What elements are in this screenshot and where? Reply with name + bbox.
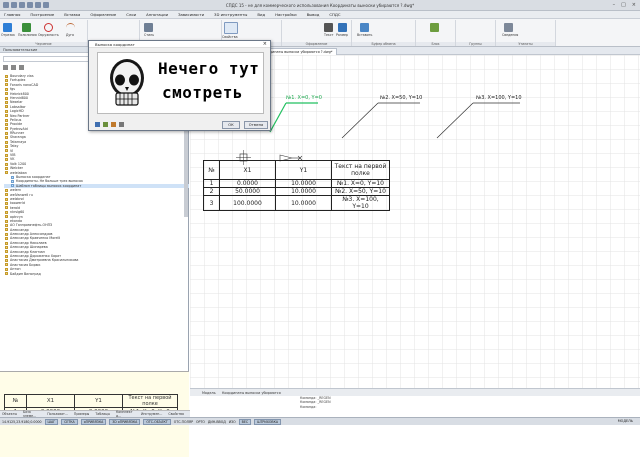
table-header-cell: Текст на первой полке xyxy=(331,160,390,180)
leader-label-2[interactable]: №2. X=50, Y=10 xyxy=(380,95,422,101)
status-toggle[interactable]: ОТС-ПОЛЯР xyxy=(174,420,193,424)
coordinate-table[interactable]: № X1 Y1 Текст на первой полке 1 0.0000 1… xyxy=(203,160,390,211)
skull-image xyxy=(110,59,144,106)
dialog-close-icon[interactable]: × xyxy=(263,41,267,47)
table-header-cell: X1 xyxy=(219,160,276,180)
space-mode[interactable]: МОДЕЛЬ xyxy=(618,419,633,423)
dialog-preview: Нечего тут смотреть xyxy=(97,52,264,114)
table-cell: 50.0000 xyxy=(219,187,276,196)
table-cell: 10.0000 xyxy=(275,179,332,188)
settings-icon[interactable] xyxy=(103,122,108,127)
layout-tabs: Модель Координаты выноски убираются xyxy=(190,388,640,396)
status-toggle[interactable]: ШАГ xyxy=(44,418,59,425)
table-header-cell: № xyxy=(203,160,220,180)
cancel-button[interactable]: Отмена xyxy=(244,121,268,129)
status-toggle[interactable]: оПРИВЯЗКА xyxy=(80,418,107,425)
help-icon[interactable] xyxy=(119,122,124,127)
status-toggle[interactable]: ДИН-ВВОД xyxy=(208,420,226,424)
status-bar: 14.9125,23.9180,0.0000 ШАГ СЕТКА оПРИВЯЗ… xyxy=(0,417,640,425)
command-line[interactable]: Команда: _REGEN Команда: _REGEN Команда: xyxy=(300,396,640,414)
dialog-title: Выноска координат xyxy=(89,41,270,48)
table-cell: 10.0000 xyxy=(275,195,332,211)
table-cell: №3. X=100, Y=10 xyxy=(331,195,390,211)
table-cell: 100.0000 xyxy=(219,195,276,211)
tab-model[interactable]: Модель xyxy=(202,391,216,395)
command-prompt[interactable]: Команда: xyxy=(300,405,640,409)
leader-line-3[interactable] xyxy=(436,102,474,139)
status-toggle[interactable]: 3D оПРИВЯЗКА xyxy=(109,418,141,425)
table-cell: 0.0000 xyxy=(219,179,276,188)
ok-button[interactable]: ОК xyxy=(222,121,240,129)
status-toggle[interactable]: ВЕС xyxy=(238,418,252,425)
status-toggle[interactable]: ОТС-ОБЪЕКТ xyxy=(143,418,171,425)
tab-layout[interactable]: Координаты выноски убираются xyxy=(222,391,281,395)
table-cell: 1 xyxy=(203,179,220,188)
table-cell: №2. X=50, Y=10 xyxy=(331,187,390,196)
leader-label-1[interactable]: №1. X=0, Y=0 xyxy=(286,95,322,101)
table-cell: 2 xyxy=(203,187,220,196)
table-cell: №1. X=0, Y=10 xyxy=(331,179,390,188)
dialog-toolbar xyxy=(95,122,124,127)
leader-dialog: Выноска координат × Нечего тут смотреть … xyxy=(88,40,271,131)
dialog-message-line2: смотреть xyxy=(162,83,244,102)
status-toggle[interactable]: ШТРИХОВКА xyxy=(254,418,282,425)
status-toggle[interactable]: ИЗО xyxy=(229,420,236,424)
table-cell: 10.0000 xyxy=(275,187,332,196)
table-cell: 3 xyxy=(203,195,220,211)
pick-icon[interactable] xyxy=(95,122,100,127)
status-toggle[interactable]: СЕТКА xyxy=(61,418,78,425)
leader-line-1[interactable] xyxy=(269,102,287,133)
leader-line-2[interactable] xyxy=(341,102,379,139)
style-icon[interactable] xyxy=(111,122,116,127)
status-toggle[interactable]: ОРТО xyxy=(196,420,205,424)
coordinates-readout: 14.9125,23.9180,0.0000 xyxy=(2,419,42,424)
leader-label-3[interactable]: №3. X=100, Y=10 xyxy=(476,95,522,101)
table-header-cell: Y1 xyxy=(275,160,332,180)
dialog-message-line1: Нечего тут xyxy=(158,59,260,78)
